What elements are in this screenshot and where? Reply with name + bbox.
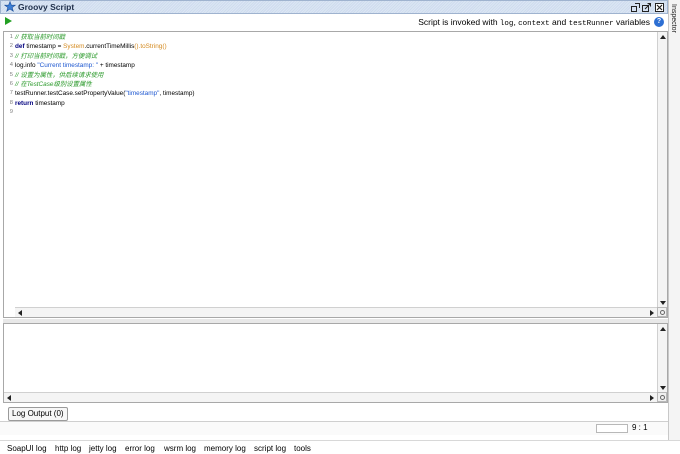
inspector-label[interactable]: Inspector [670, 4, 677, 33]
script-info-text: Script is invoked with log, context and … [418, 17, 650, 28]
line-number: 1 [9, 34, 13, 40]
info-var-testrunner: testRunner [568, 20, 614, 28]
scroll-left-icon[interactable] [18, 310, 22, 316]
code-token: log.info [15, 62, 38, 70]
line-number: 8 [9, 99, 13, 106]
bottom-log-tabs: SoapUI log http log jetty log error log … [0, 440, 680, 454]
line-number: 3 [9, 52, 13, 59]
code-token: // 设置为属性，供后续请求使用 [15, 71, 104, 79]
tab-jetty-log[interactable]: jetty log [89, 444, 117, 453]
line-number: 2 [9, 43, 13, 50]
code-token: // 获取当前时间戳 [15, 34, 66, 41]
code-token: return [15, 99, 34, 107]
log-horizontal-scrollbar[interactable] [4, 392, 657, 402]
info-suffix: variables [613, 17, 650, 27]
script-editor[interactable]: 123456789 // 获取当前时间戳 def timestamp = Syst… [3, 31, 668, 318]
code-line[interactable] [15, 108, 657, 117]
star-icon [4, 0, 16, 13]
title-bar: Groovy Script [0, 0, 668, 14]
line-number: 6 [9, 81, 13, 87]
line-number-gutter: 1 2 3 4 5 6 7 8 9 [4, 32, 15, 308]
code-line[interactable]: def timestamp = System.currentTimeMillis… [15, 42, 657, 51]
code-line[interactable]: // 设置为属性，供后续请求使用 [15, 71, 657, 80]
tab-soapui-log[interactable]: SoapUI log [7, 444, 47, 453]
tab-http-log[interactable]: http log [55, 444, 81, 453]
code-token: ().toString() [134, 43, 167, 51]
cursor-position: 9 : 1 [632, 423, 648, 432]
help-icon[interactable]: ? [654, 17, 664, 27]
scroll-down-icon[interactable] [660, 301, 666, 305]
line-number: 7 [9, 90, 13, 97]
log-corner-icon [660, 395, 665, 400]
code-token: timestamp [33, 99, 65, 107]
float-icon[interactable] [642, 3, 651, 12]
code-token: .currentTimeMillis [84, 43, 135, 51]
code-line[interactable]: return timestamp [15, 99, 657, 108]
vertical-scrollbar[interactable] [657, 32, 667, 308]
scroll-right-icon[interactable] [650, 310, 654, 316]
info-sep: and [549, 17, 569, 27]
code-line[interactable]: // 打印当前时间戳，方便调试 [15, 52, 657, 61]
restore-icon[interactable] [631, 3, 640, 12]
tab-wsrm-log[interactable]: wsrm log [164, 444, 196, 453]
status-field [596, 424, 628, 433]
info-var-context: context [518, 20, 550, 28]
code-token: "timestamp" [125, 90, 160, 98]
code-area[interactable]: // 获取当前时间戳 def timestamp = System.current… [15, 32, 657, 308]
code-line[interactable]: // 在TestCase级别设置属性 [15, 80, 657, 89]
inspector-panel[interactable]: Inspector [668, 0, 680, 440]
tab-memory-log[interactable]: memory log [204, 444, 246, 453]
line-number: 5 [9, 71, 13, 78]
code-token: "Current timestamp: " [37, 62, 99, 70]
info-prefix: Script is invoked with [418, 17, 500, 27]
line-number: 9 [9, 109, 13, 116]
horizontal-scrollbar[interactable] [15, 307, 657, 317]
code-line[interactable]: // 获取当前时间戳 [15, 33, 657, 42]
log-vertical-scrollbar[interactable] [657, 324, 667, 393]
code-token: , timestamp) [159, 90, 195, 98]
log-scroll-right-icon[interactable] [650, 395, 654, 401]
scroll-corner [657, 307, 667, 317]
code-token: // 在TestCase级别设置属性 [15, 80, 92, 88]
code-token: // 打印当前时间戳，方便调试 [15, 52, 98, 60]
code-token: timestamp = [24, 43, 64, 51]
tab-script-log[interactable]: script log [254, 444, 286, 453]
info-var-log: log [499, 20, 514, 28]
code-line[interactable]: log.info "Current timestamp: " + timesta… [15, 61, 657, 70]
code-token: def [15, 43, 25, 51]
close-icon[interactable] [655, 3, 664, 12]
code-token: testRunner.testCase.setPropertyValue( [15, 90, 126, 98]
log-scroll-up-icon[interactable] [660, 327, 666, 331]
log-output-button[interactable]: Log Output (0) [8, 407, 68, 421]
play-icon[interactable] [5, 17, 12, 25]
tab-error-log[interactable]: error log [125, 444, 155, 453]
line-number: 4 [9, 62, 13, 69]
log-scroll-left-icon[interactable] [7, 395, 11, 401]
corner-icon [660, 310, 665, 315]
tab-tools[interactable]: tools [294, 444, 311, 453]
code-token: System [63, 43, 85, 51]
log-output-area[interactable] [3, 323, 668, 403]
script-toolbar: Script is invoked with log, context and … [0, 14, 668, 31]
log-scroll-down-icon[interactable] [660, 386, 666, 390]
scroll-up-icon[interactable] [660, 35, 666, 39]
status-bar: 9 : 1 [0, 421, 668, 435]
code-token: + timestamp [98, 62, 135, 70]
log-scroll-corner [657, 392, 667, 402]
code-line[interactable]: testRunner.testCase.setPropertyValue("ti… [15, 89, 657, 98]
window-title: Groovy Script [18, 2, 75, 12]
